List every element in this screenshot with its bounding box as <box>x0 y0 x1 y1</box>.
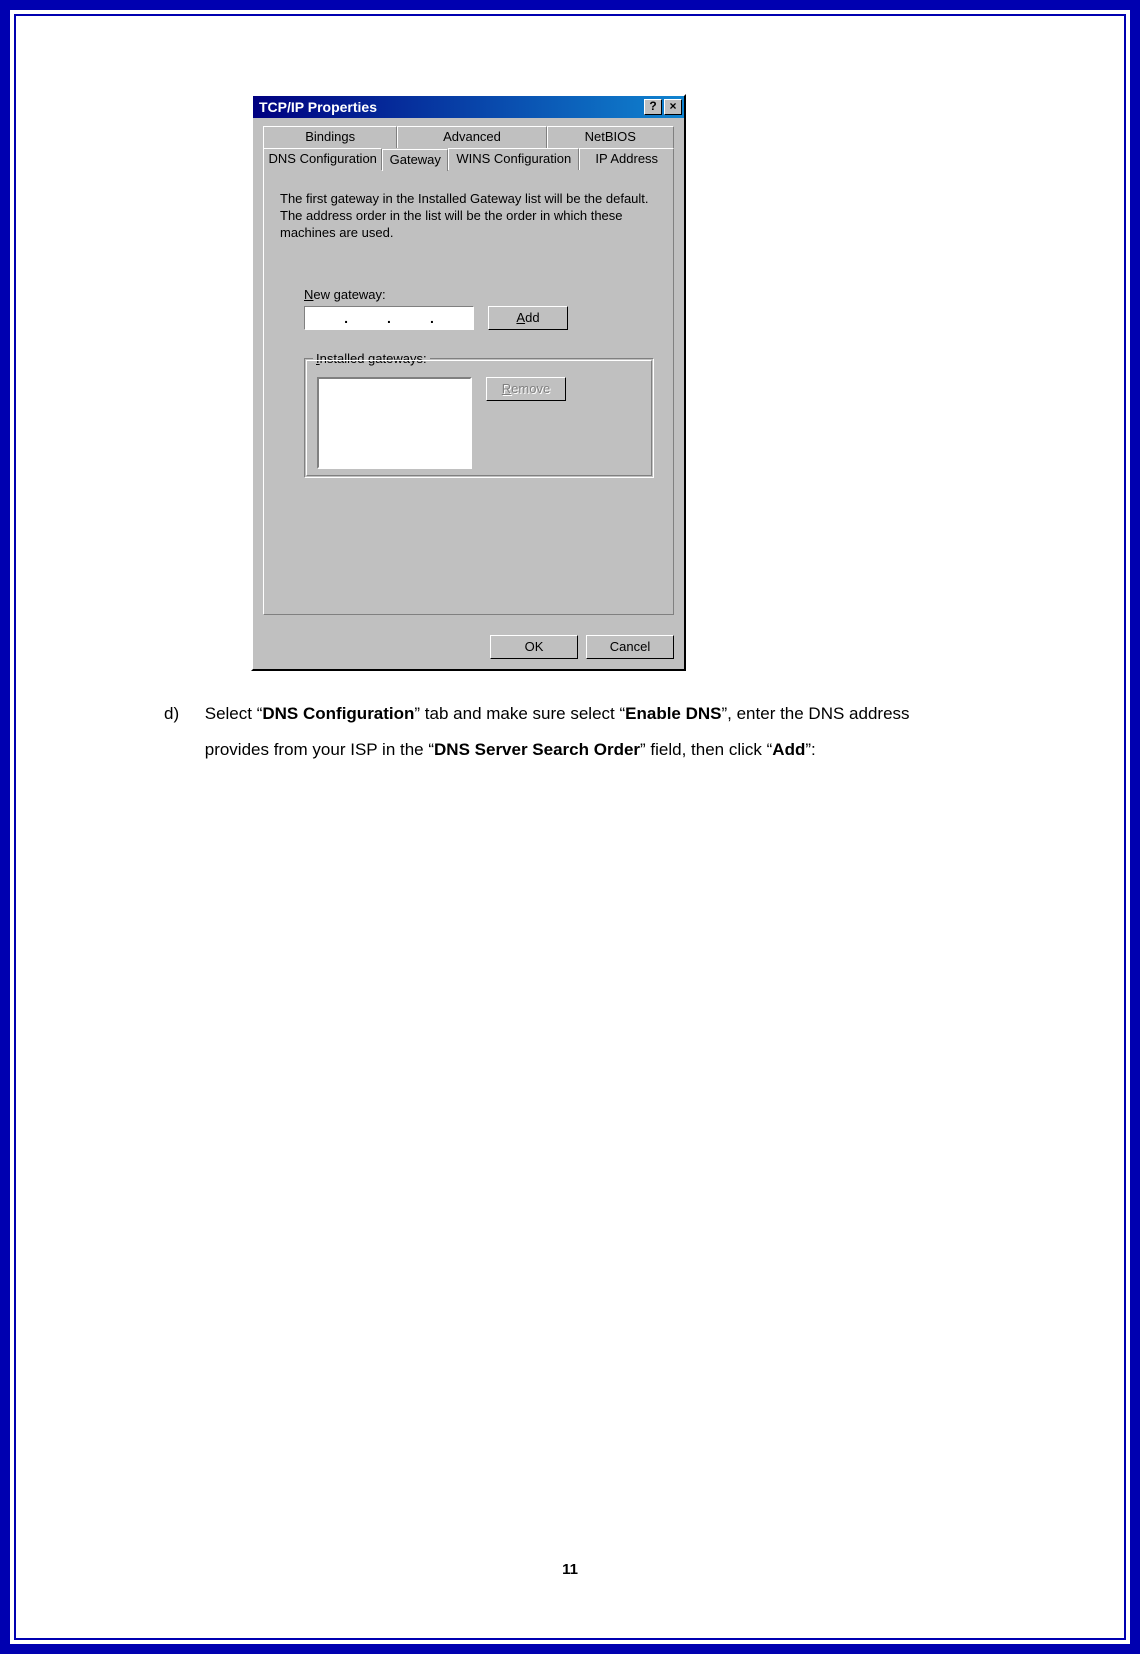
installed-gateways-group: Installed gateways: Remove <box>304 358 654 478</box>
tab-row-front: DNS Configuration Gateway WINS Configura… <box>263 148 674 170</box>
window-title: TCP/IP Properties <box>259 99 644 115</box>
tcpip-properties-dialog: TCP/IP Properties ? × Bindings Advanced … <box>251 94 686 671</box>
tab-ip-address[interactable]: IP Address <box>579 148 674 170</box>
ip-octet-4[interactable] <box>434 310 473 327</box>
tab-wins-configuration[interactable]: WINS Configuration <box>448 148 579 170</box>
tab-dns-configuration[interactable]: DNS Configuration <box>263 148 382 170</box>
new-gateway-row: . . . Add <box>304 306 657 330</box>
tab-panel-gateway: The first gateway in the Installed Gatew… <box>263 170 674 615</box>
tab-advanced[interactable]: Advanced <box>397 126 546 148</box>
dialog-action-buttons: OK Cancel <box>490 635 674 659</box>
window-frame: TCP/IP Properties ? × Bindings Advanced … <box>251 94 686 671</box>
help-button[interactable]: ? <box>644 99 662 115</box>
add-button[interactable]: Add <box>488 306 568 330</box>
tab-netbios[interactable]: NetBIOS <box>547 126 674 148</box>
page-inner: TCP/IP Properties ? × Bindings Advanced … <box>14 14 1126 1640</box>
new-gateway-input[interactable]: . . . <box>304 306 474 330</box>
step-text: Select “DNS Configuration” tab and make … <box>205 696 945 768</box>
instruction-step-d: d) Select “DNS Configuration” tab and ma… <box>164 696 954 768</box>
ip-octet-3[interactable] <box>391 310 430 327</box>
tab-strip: Bindings Advanced NetBIOS DNS Configurat… <box>263 126 674 615</box>
step-marker: d) <box>164 696 200 732</box>
installed-gateways-row: Remove <box>317 377 641 469</box>
remove-button: Remove <box>486 377 566 401</box>
title-bar-buttons: ? × <box>644 99 682 115</box>
tab-bindings[interactable]: Bindings <box>263 126 397 148</box>
window-body: Bindings Advanced NetBIOS DNS Configurat… <box>253 118 684 669</box>
cancel-button[interactable]: Cancel <box>586 635 674 659</box>
ip-octet-1[interactable] <box>305 310 344 327</box>
ip-octet-2[interactable] <box>348 310 387 327</box>
page-number: 11 <box>16 1561 1124 1578</box>
gateway-info-text: The first gateway in the Installed Gatew… <box>280 190 657 241</box>
installed-gateways-label: Installed gateways: <box>313 351 430 366</box>
close-button[interactable]: × <box>664 99 682 115</box>
ok-button[interactable]: OK <box>490 635 578 659</box>
new-gateway-label: New gateway: <box>304 287 657 302</box>
tab-row-back: Bindings Advanced NetBIOS <box>263 126 674 148</box>
document-page: TCP/IP Properties ? × Bindings Advanced … <box>0 0 1140 1654</box>
title-bar[interactable]: TCP/IP Properties ? × <box>253 96 684 118</box>
tab-gateway[interactable]: Gateway <box>382 149 448 171</box>
installed-gateways-list[interactable] <box>317 377 472 469</box>
